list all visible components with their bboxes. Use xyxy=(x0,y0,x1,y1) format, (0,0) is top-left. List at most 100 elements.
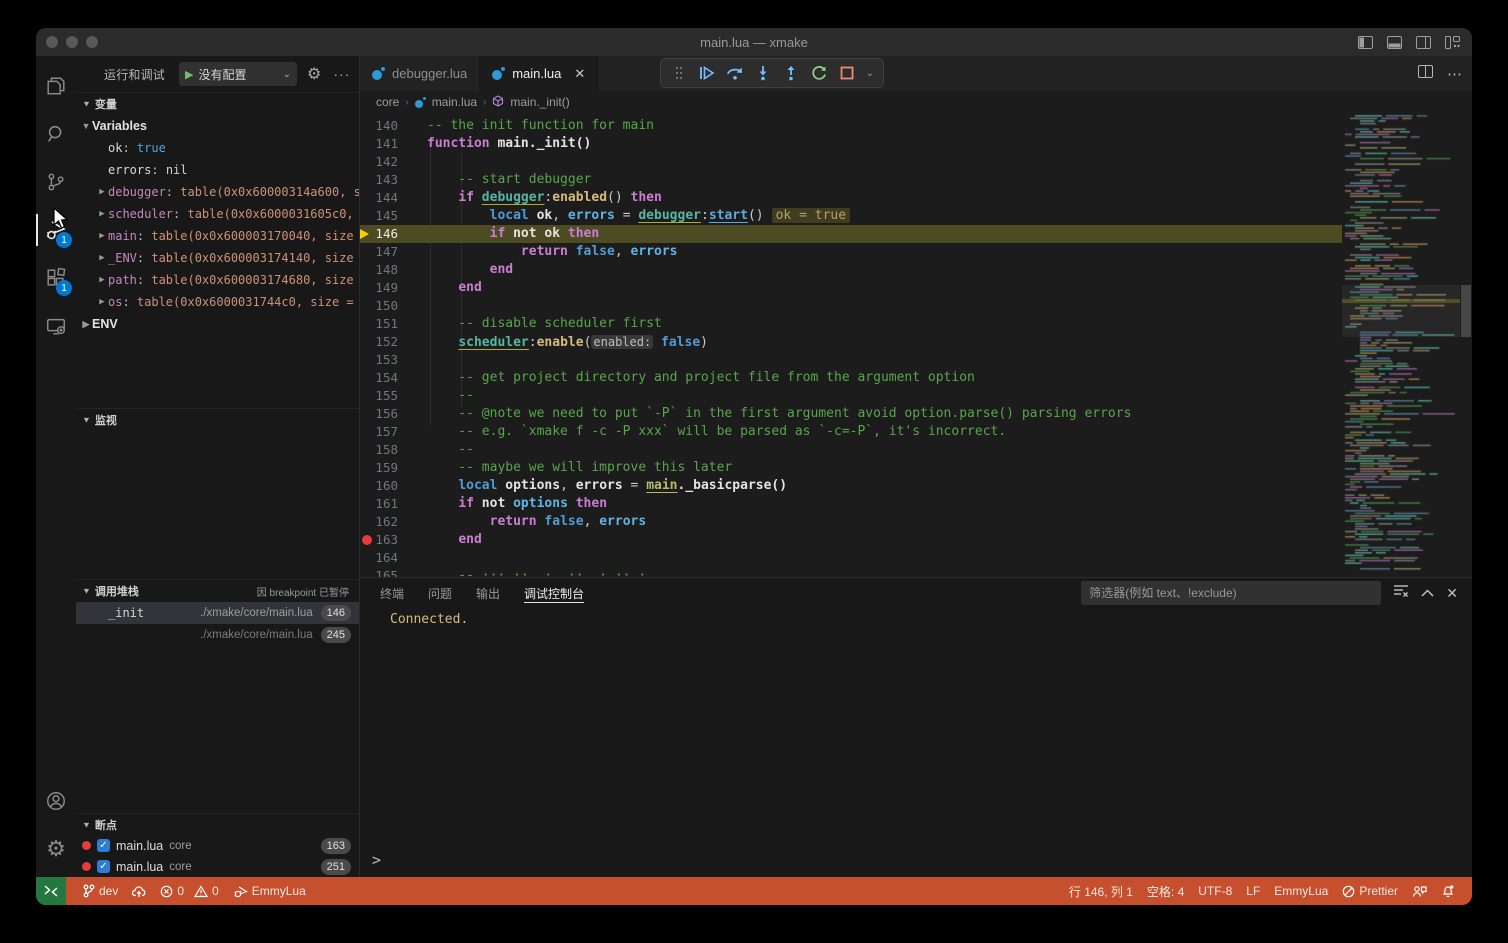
cursor-position-status[interactable]: 行 146, 列 1 xyxy=(1062,877,1140,905)
tab-main-lua[interactable]: main.lua ✕ xyxy=(480,56,598,91)
breakpoint-gutter[interactable] xyxy=(360,153,374,171)
debug-console-filter-input[interactable] xyxy=(1081,581,1381,605)
breakpoint-gutter[interactable] xyxy=(360,117,374,135)
breakpoint-icon[interactable] xyxy=(362,535,372,545)
breakpoint-gutter[interactable] xyxy=(360,441,374,459)
sync-status[interactable] xyxy=(125,877,153,905)
call-stack-section-header[interactable]: ▼ 调用堆栈 因 breakpoint 已暂停 xyxy=(76,579,359,602)
breakpoint-gutter[interactable] xyxy=(360,333,374,351)
customize-layout-icon[interactable] xyxy=(1445,36,1460,49)
breakpoint-gutter[interactable] xyxy=(360,459,374,477)
breakpoint-gutter[interactable] xyxy=(360,189,374,207)
feedback-icon[interactable] xyxy=(1405,877,1434,905)
extensions-icon[interactable]: 1 xyxy=(36,256,76,300)
panel-tab[interactable]: 问题 xyxy=(428,578,452,608)
branch-status[interactable]: dev xyxy=(76,877,125,905)
tab-debugger-lua[interactable]: debugger.lua xyxy=(360,56,480,91)
more-actions-icon[interactable]: ··· xyxy=(333,66,350,82)
variables-section-header[interactable]: ▼ 变量 xyxy=(76,92,359,115)
maximize-panel-icon[interactable] xyxy=(1421,584,1434,602)
breadcrumb-core[interactable]: core xyxy=(376,95,399,109)
toggle-panel-icon[interactable] xyxy=(1387,36,1402,49)
variables-scope-row[interactable]: ▶ENV xyxy=(76,313,359,335)
debug-status[interactable]: EmmyLua xyxy=(226,877,313,905)
breakpoint-gutter[interactable] xyxy=(360,297,374,315)
chevron-right-icon[interactable]: ▶ xyxy=(96,209,108,219)
close-window-button[interactable] xyxy=(46,36,58,48)
explorer-icon[interactable] xyxy=(36,64,76,108)
watch-section-header[interactable]: ▼ 监视 xyxy=(76,408,359,431)
remote-indicator[interactable] xyxy=(36,877,66,905)
breakpoint-gutter[interactable] xyxy=(360,225,374,243)
breakpoint-gutter[interactable] xyxy=(360,279,374,297)
breadcrumb-symbol[interactable]: main._init() xyxy=(510,95,569,109)
chevron-right-icon[interactable]: ▶ xyxy=(96,187,108,197)
breakpoint-gutter[interactable] xyxy=(360,531,374,549)
panel-tab[interactable]: 调试控制台 xyxy=(524,578,584,608)
breakpoint-gutter[interactable] xyxy=(360,171,374,189)
breakpoint-gutter[interactable] xyxy=(360,207,374,225)
breakpoint-checkbox[interactable]: ✓ xyxy=(97,839,110,852)
settings-gear-icon[interactable]: ⚙ xyxy=(36,827,76,871)
debug-config-dropdown[interactable]: ▶ 没有配置 ⌄ xyxy=(179,62,297,86)
close-tab-icon[interactable]: ✕ xyxy=(574,66,585,82)
variable-row[interactable]: ▶os: table(0x0x6000031744c0, size = … xyxy=(76,291,359,313)
variable-row[interactable]: ▶main: table(0x0x600003170040, size … xyxy=(76,225,359,247)
breakpoints-section-header[interactable]: ▼ 断点 xyxy=(76,813,359,836)
code-editor[interactable]: 140-- the init function for main141funct… xyxy=(360,113,1472,577)
variable-row[interactable]: ok: true xyxy=(76,137,359,159)
eol-status[interactable]: LF xyxy=(1239,877,1267,905)
breakpoint-gutter[interactable] xyxy=(360,135,374,153)
close-panel-icon[interactable]: ✕ xyxy=(1446,585,1458,602)
variables-scope-row[interactable]: ▼Variables xyxy=(76,115,359,137)
stop-icon[interactable] xyxy=(835,61,859,85)
breakpoint-gutter[interactable] xyxy=(360,567,374,577)
variable-row[interactable]: ▶path: table(0x0x600003174680, size … xyxy=(76,269,359,291)
breakpoint-gutter[interactable] xyxy=(360,261,374,279)
variable-row[interactable]: ▶debugger: table(0x0x60000314a600, s… xyxy=(76,181,359,203)
breakpoint-row[interactable]: ✓ main.lua core 251 xyxy=(76,856,359,877)
traffic-lights[interactable] xyxy=(46,36,98,48)
notifications-bell-icon[interactable] xyxy=(1434,877,1462,905)
chevron-right-icon[interactable]: ▶ xyxy=(96,275,108,285)
breakpoint-gutter[interactable] xyxy=(360,477,374,495)
editor-scrollbar[interactable] xyxy=(1460,113,1472,577)
search-icon[interactable] xyxy=(36,112,76,156)
chevron-right-icon[interactable]: ▶ xyxy=(96,297,108,307)
indentation-status[interactable]: 空格: 4 xyxy=(1140,877,1191,905)
variable-row[interactable]: errors: nil xyxy=(76,159,359,181)
breakpoint-gutter[interactable] xyxy=(360,243,374,261)
variable-row[interactable]: ▶scheduler: table(0x0x6000031605c0, … xyxy=(76,203,359,225)
split-editor-icon[interactable] xyxy=(1418,65,1433,83)
breakpoint-gutter[interactable] xyxy=(360,315,374,333)
variable-row[interactable]: ▶_ENV: table(0x0x600003174140, size … xyxy=(76,247,359,269)
panel-tab[interactable]: 终端 xyxy=(380,578,404,608)
zoom-window-button[interactable] xyxy=(86,36,98,48)
breakpoint-gutter[interactable] xyxy=(360,513,374,531)
restart-icon[interactable] xyxy=(807,61,831,85)
language-mode-status[interactable]: EmmyLua xyxy=(1267,877,1335,905)
minimap[interactable] xyxy=(1342,113,1460,577)
chevron-right-icon[interactable]: ▶ xyxy=(96,231,108,241)
debug-settings-gear-icon[interactable]: ⚙ xyxy=(307,64,321,84)
toggle-primary-sidebar-icon[interactable] xyxy=(1358,36,1373,49)
panel-tab[interactable]: 输出 xyxy=(476,578,500,608)
more-actions-icon[interactable]: ⋯ xyxy=(1447,65,1462,83)
breakpoint-gutter[interactable] xyxy=(360,387,374,405)
start-debug-icon[interactable]: ▶ xyxy=(185,68,193,81)
breakpoint-gutter[interactable] xyxy=(360,495,374,513)
toolbar-drag-handle[interactable] xyxy=(667,61,691,85)
step-out-icon[interactable] xyxy=(779,61,803,85)
formatter-status[interactable]: Prettier xyxy=(1335,877,1405,905)
console-prompt-icon[interactable]: > xyxy=(372,851,381,869)
call-stack-frame[interactable]: ./xmake/core/main.lua 245 xyxy=(76,624,359,646)
chevron-down-icon[interactable]: ⌄ xyxy=(863,61,877,85)
minimap-slider[interactable] xyxy=(1342,285,1460,337)
breakpoint-gutter[interactable] xyxy=(360,369,374,387)
call-stack-frame[interactable]: _init ./xmake/core/main.lua 146 xyxy=(76,602,359,624)
remote-explorer-icon[interactable] xyxy=(36,304,76,348)
minimize-window-button[interactable] xyxy=(66,36,78,48)
breakpoint-gutter[interactable] xyxy=(360,351,374,369)
breakpoint-gutter[interactable] xyxy=(360,423,374,441)
breakpoint-gutter[interactable] xyxy=(360,405,374,423)
